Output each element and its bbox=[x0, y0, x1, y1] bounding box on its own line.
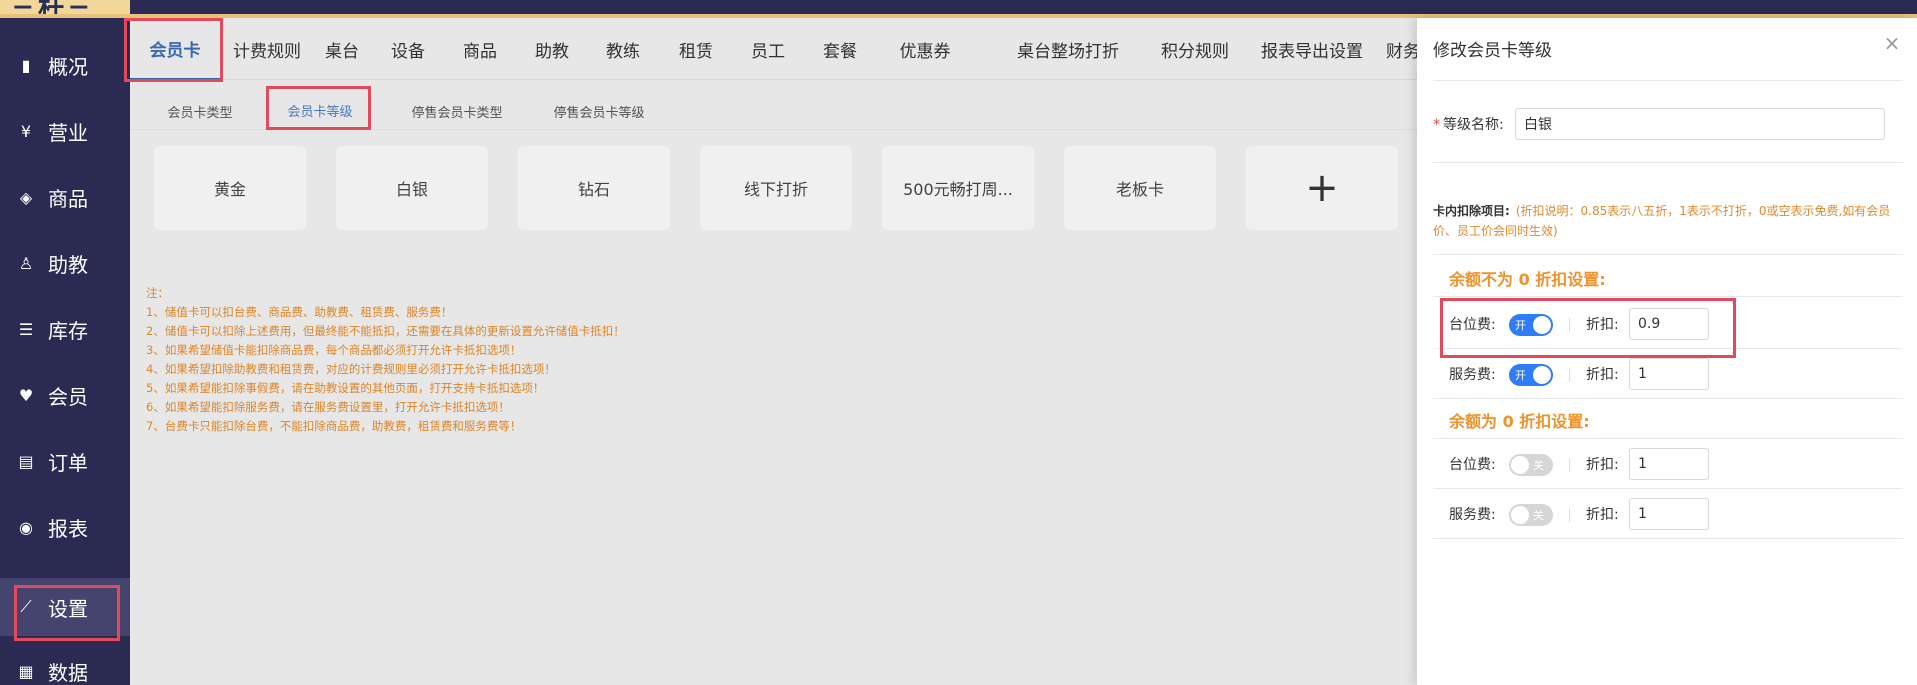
deduct-items-header: 卡内扣除项目: (折扣说明：0.85表示八五折，1表示不打折，0或空表示免费,如有… bbox=[1433, 201, 1903, 241]
data-icon: ▦ bbox=[18, 661, 34, 681]
edit-card-level-drawer: 修改会员卡等级 × *等级名称: 卡内扣除项目:(折扣说明：0.85表示八五折，… bbox=[1417, 18, 1917, 685]
table-fee-label: 台位费: bbox=[1449, 457, 1496, 473]
required-asterisk: * bbox=[1433, 117, 1440, 133]
toggle-state-text: 开 bbox=[1515, 369, 1526, 382]
table-fee-zero-toggle[interactable]: 关 bbox=[1509, 454, 1553, 476]
sidebar-item-assistant[interactable]: ♙ 助教 bbox=[0, 234, 130, 292]
sidebar-item-reports[interactable]: ◉ 报表 bbox=[0, 498, 130, 556]
toggle-state-text: 关 bbox=[1533, 459, 1544, 472]
drawer-title: 修改会员卡等级 bbox=[1433, 40, 1552, 61]
divider bbox=[1433, 162, 1903, 163]
divider bbox=[1433, 488, 1903, 489]
sidebar-item-settings[interactable]: ⟋ 设置 bbox=[0, 578, 130, 636]
sidebar-item-label: 报表 bbox=[48, 516, 88, 541]
wrench-icon: ⟋ bbox=[20, 597, 32, 616]
service-fee-label: 服务费: bbox=[1449, 507, 1496, 523]
table-fee-zero-discount-input[interactable] bbox=[1629, 448, 1709, 480]
table-fee-nonzero-discount-input[interactable] bbox=[1629, 308, 1709, 340]
drawer-backdrop[interactable] bbox=[130, 18, 1417, 685]
separator bbox=[1569, 508, 1570, 522]
service-fee-zero-toggle[interactable]: 关 bbox=[1509, 504, 1553, 526]
box-icon: ◈ bbox=[19, 187, 33, 207]
level-name-label: * 等级名称: bbox=[1433, 114, 1504, 134]
close-icon[interactable]: × bbox=[1881, 32, 1903, 54]
sidebar-item-business[interactable]: ¥ 营业 bbox=[0, 102, 130, 160]
deduct-items-title: 卡内扣除项目: bbox=[1433, 204, 1510, 218]
divider bbox=[1433, 538, 1903, 539]
sidebar-item-label: 设置 bbox=[48, 596, 88, 621]
toggle-state-text: 开 bbox=[1515, 319, 1526, 332]
sidebar-item-products[interactable]: ◈ 商品 bbox=[0, 168, 130, 226]
sidebar-item-label: 订单 bbox=[48, 450, 88, 475]
yen-coin-icon: ¥ bbox=[20, 121, 32, 141]
table-fee-label: 台位费: bbox=[1449, 317, 1496, 333]
divider bbox=[1433, 296, 1903, 297]
bar-chart-icon: ▮ bbox=[21, 55, 31, 75]
divider bbox=[1433, 80, 1903, 81]
document-icon: ▤ bbox=[18, 451, 34, 471]
level-name-label-text: 等级名称: bbox=[1443, 117, 1504, 133]
service-fee-zero-discount-input[interactable] bbox=[1629, 498, 1709, 530]
toggle-state-text: 关 bbox=[1533, 509, 1544, 522]
sidebar: ▮ 概况 ¥ 营业 ◈ 商品 ♙ 助教 ☰ 库存 ♥ 会员 ▤ 订单 ◉ 报表 … bbox=[0, 18, 130, 685]
report-icon: ◉ bbox=[19, 517, 33, 537]
sidebar-item-label: 助教 bbox=[48, 252, 88, 277]
toggle-knob bbox=[1533, 316, 1551, 334]
sidebar-item-label: 库存 bbox=[48, 318, 88, 343]
divider bbox=[1433, 348, 1903, 349]
sidebar-item-label: 会员 bbox=[48, 384, 88, 409]
section-balance-zero-title: 余额为 0 折扣设置: bbox=[1449, 412, 1590, 431]
sidebar-item-members[interactable]: ♥ 会员 bbox=[0, 366, 130, 424]
divider bbox=[1433, 398, 1903, 399]
separator bbox=[1569, 458, 1570, 472]
separator bbox=[1569, 318, 1570, 332]
service-fee-nonzero-toggle[interactable]: 开 bbox=[1509, 364, 1553, 386]
sidebar-item-label: 数据 bbox=[48, 660, 88, 685]
separator bbox=[1569, 368, 1570, 382]
sidebar-item-label: 营业 bbox=[48, 120, 88, 145]
level-name-input[interactable] bbox=[1515, 108, 1885, 140]
stack-icon: ☰ bbox=[18, 319, 34, 339]
divider bbox=[1433, 438, 1903, 439]
sidebar-item-orders[interactable]: ▤ 订单 bbox=[0, 432, 130, 490]
person-icon: ♙ bbox=[18, 253, 34, 273]
vip-icon: ♥ bbox=[18, 385, 34, 405]
sidebar-item-label: 概况 bbox=[48, 54, 88, 79]
toggle-knob bbox=[1511, 506, 1529, 524]
discount-label: 折扣: bbox=[1586, 507, 1619, 523]
section-balance-nonzero-title: 余额不为 0 折扣设置: bbox=[1449, 270, 1606, 289]
top-bar: 三杆三 bbox=[0, 0, 1917, 18]
sidebar-item-label: 商品 bbox=[48, 186, 88, 211]
app-logo: 三杆三 bbox=[0, 0, 130, 14]
toggle-knob bbox=[1533, 366, 1551, 384]
sidebar-item-data[interactable]: ▦ 数据 bbox=[0, 642, 130, 685]
service-fee-label: 服务费: bbox=[1449, 367, 1496, 383]
sidebar-item-inventory[interactable]: ☰ 库存 bbox=[0, 300, 130, 358]
discount-label: 折扣: bbox=[1586, 317, 1619, 333]
divider bbox=[1433, 254, 1903, 255]
discount-label: 折扣: bbox=[1586, 457, 1619, 473]
table-fee-nonzero-toggle[interactable]: 开 bbox=[1509, 314, 1553, 336]
service-fee-nonzero-discount-input[interactable] bbox=[1629, 358, 1709, 390]
discount-label: 折扣: bbox=[1586, 367, 1619, 383]
sidebar-item-overview[interactable]: ▮ 概况 bbox=[0, 36, 130, 94]
toggle-knob bbox=[1511, 456, 1529, 474]
